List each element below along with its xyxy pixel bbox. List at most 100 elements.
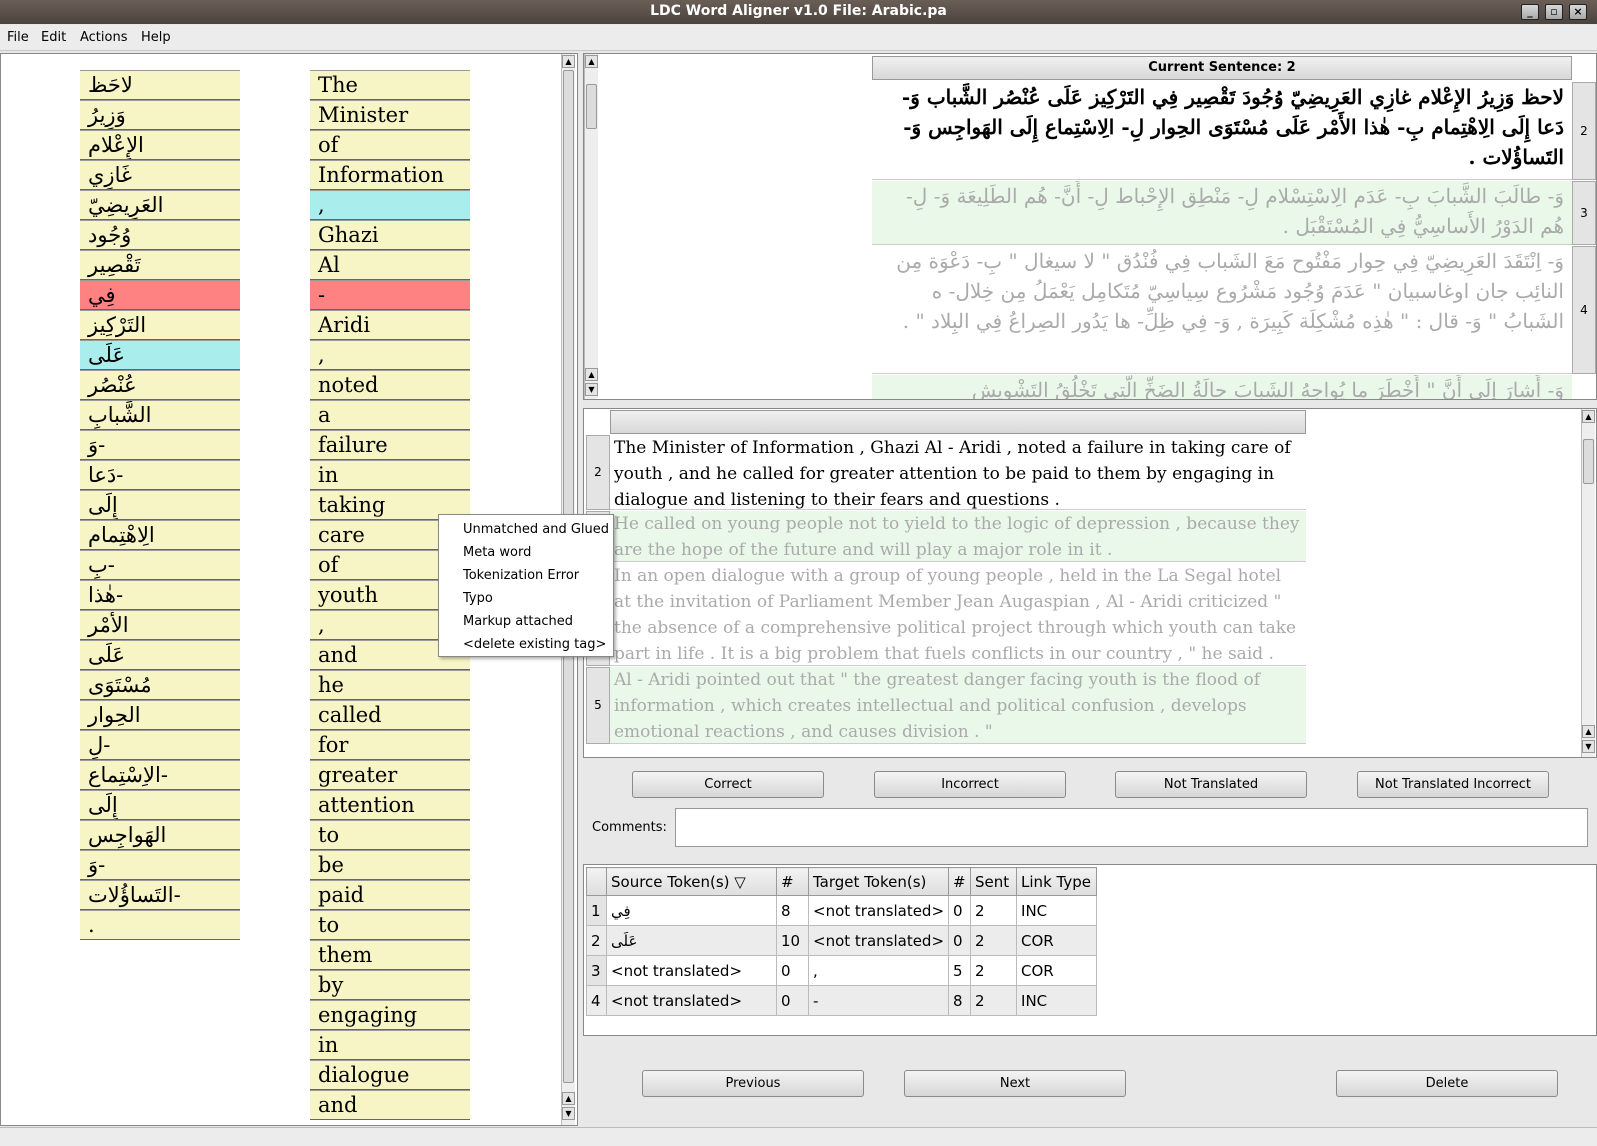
scroll-thumb[interactable] [586, 84, 597, 129]
target-token[interactable]: Al [310, 250, 470, 280]
table-cell[interactable]: فِي [606, 895, 777, 926]
table-cell[interactable]: 1 [586, 895, 607, 926]
source-token[interactable]: دَعا- [80, 460, 240, 490]
target-token[interactable]: Ghazi [310, 220, 470, 250]
source-token[interactable]: وَزِيرُ [80, 100, 240, 130]
source-token[interactable]: تَقْصِير [80, 250, 240, 280]
table-cell[interactable]: , [807, 955, 950, 986]
source-token[interactable]: وُجُود [80, 220, 240, 250]
source-token[interactable]: عَلَى [80, 640, 240, 670]
table-cell[interactable]: - [807, 985, 950, 1016]
source-tokens-header[interactable]: Source Token(s) ▽ [606, 867, 777, 896]
source-token[interactable]: الهَواجِس [80, 820, 240, 850]
menu-item-tokenization-error[interactable]: Tokenization Error [439, 564, 613, 587]
table-cell[interactable]: <not translated> [807, 895, 950, 926]
target-token[interactable]: attention [310, 790, 470, 820]
target-token[interactable]: engaging [310, 1000, 470, 1030]
source-token[interactable]: الإِعْلام [80, 130, 240, 160]
arabic-sentence[interactable]: وَ- اِنْتَقَدَ العَرِيضِيّ فِي حِوار مَف… [872, 246, 1572, 374]
arabic-sentence[interactable]: لاحظ وَزِيرُ الإِعْلام غازِي العَرِيضِيّ… [872, 82, 1572, 180]
target-index-header[interactable]: # [948, 867, 972, 896]
target-tokens-header[interactable]: Target Token(s) [807, 867, 950, 896]
table-cell[interactable]: 8 [948, 985, 972, 1016]
scroll-down-arrow[interactable]: ▼ [1582, 740, 1595, 753]
table-row[interactable]: 3 <not translated> 0, 5 2 COR [586, 955, 1098, 986]
table-cell[interactable]: 4 [586, 985, 607, 1016]
target-token[interactable]: a [310, 400, 470, 430]
menu-actions[interactable]: Actions [80, 30, 128, 45]
target-token[interactable]: to [310, 910, 470, 940]
target-token[interactable]: for [310, 730, 470, 760]
source-token[interactable]: الاِسْتِماع- [80, 760, 240, 790]
table-cell[interactable]: 0 [948, 895, 972, 926]
sentence-header[interactable]: Sent [970, 867, 1018, 896]
arabic-panel-scrollbar[interactable]: ▲ ▲ ▼ [584, 54, 598, 399]
table-cell[interactable]: 3 [586, 955, 607, 986]
target-token[interactable]: be [310, 850, 470, 880]
table-cell[interactable]: 2 [970, 955, 1018, 986]
english-sentence[interactable]: In an open dialogue with a group of youn… [610, 563, 1306, 666]
close-button[interactable]: × [1569, 4, 1587, 20]
scroll-up-arrow[interactable]: ▲ [1582, 725, 1595, 738]
table-cell[interactable]: 8 [776, 895, 809, 926]
source-token[interactable]: غَازِي [80, 160, 240, 190]
table-cell[interactable]: 0 [948, 925, 972, 956]
link-type-header[interactable]: Link Type [1016, 867, 1098, 896]
target-token[interactable]: by [310, 970, 470, 1000]
source-token[interactable]: الحِوار [80, 700, 240, 730]
source-token[interactable]: الشَّبابِ [80, 400, 240, 430]
source-token[interactable]: هٰذا- [80, 580, 240, 610]
target-token[interactable]: paid [310, 880, 470, 910]
table-row[interactable]: 1 فِي 8 <not translated> 0 2 INC [586, 895, 1098, 926]
scroll-up-arrow[interactable]: ▲ [562, 1092, 575, 1105]
correct-button[interactable]: Correct [632, 771, 824, 798]
menu-help[interactable]: Help [141, 30, 171, 45]
table-cell[interactable]: 2 [970, 895, 1018, 926]
menu-item-meta-word[interactable]: Meta word [439, 541, 613, 564]
minimize-button[interactable]: _ [1521, 4, 1539, 20]
menu-file[interactable]: File [7, 30, 29, 45]
target-token[interactable]: Aridi [310, 310, 470, 340]
source-token[interactable]: فِي [80, 280, 240, 310]
table-cell[interactable]: COR [1016, 955, 1098, 986]
target-token[interactable]: greater [310, 760, 470, 790]
scroll-up-arrow[interactable]: ▲ [585, 55, 598, 68]
menu-item-typo[interactable]: Typo [439, 587, 613, 610]
not-translated-incorrect-button[interactable]: Not Translated Incorrect [1357, 771, 1549, 798]
arabic-sentence[interactable]: وَ- أَشارَ إِلَى أَنَّ " أَخْطَرَ ما يُو… [872, 375, 1572, 399]
table-cell[interactable]: 0 [776, 985, 809, 1016]
source-token[interactable]: لِ- [80, 730, 240, 760]
target-token[interactable]: noted [310, 370, 470, 400]
next-button[interactable]: Next [904, 1070, 1126, 1097]
source-index-header[interactable]: # [776, 867, 809, 896]
target-token[interactable]: dialogue [310, 1060, 470, 1090]
table-row[interactable]: 2 عَلَى 10 <not translated> 0 2 COR [586, 925, 1098, 956]
source-token[interactable]: عُنْصُر [80, 370, 240, 400]
target-token[interactable]: , [310, 190, 470, 220]
target-token[interactable]: Minister [310, 100, 470, 130]
scroll-up-arrow[interactable]: ▲ [562, 55, 575, 68]
table-cell[interactable]: 5 [948, 955, 972, 986]
source-token[interactable]: الِاهْتِمام [80, 520, 240, 550]
menu-item-unmatched-and-glued[interactable]: Unmatched and Glued [439, 518, 613, 541]
table-cell[interactable]: 2 [586, 925, 607, 956]
scroll-down-arrow[interactable]: ▼ [585, 383, 598, 396]
target-token[interactable]: to [310, 820, 470, 850]
menu-item-markup-attached[interactable]: Markup attached [439, 610, 613, 633]
source-token[interactable]: التَرْكِيز [80, 310, 240, 340]
comments-field[interactable] [675, 808, 1588, 847]
scroll-thumb[interactable] [1583, 439, 1594, 484]
source-token[interactable]: الأَمْر [80, 610, 240, 640]
source-token[interactable]: العَرِيضِيّ [80, 190, 240, 220]
source-token[interactable]: التَساؤُلات- [80, 880, 240, 910]
menu-edit[interactable]: Edit [41, 30, 66, 45]
english-sentence[interactable]: He called on young people not to yield t… [610, 511, 1306, 562]
source-token[interactable]: مُسْتَوَى [80, 670, 240, 700]
target-token[interactable]: them [310, 940, 470, 970]
target-token[interactable]: failure [310, 430, 470, 460]
source-token[interactable]: وَ- [80, 430, 240, 460]
not-translated-button[interactable]: Not Translated [1115, 771, 1307, 798]
table-cell[interactable]: 10 [776, 925, 809, 956]
table-cell[interactable]: INC [1016, 985, 1098, 1016]
table-cell[interactable]: <not translated> [807, 925, 950, 956]
